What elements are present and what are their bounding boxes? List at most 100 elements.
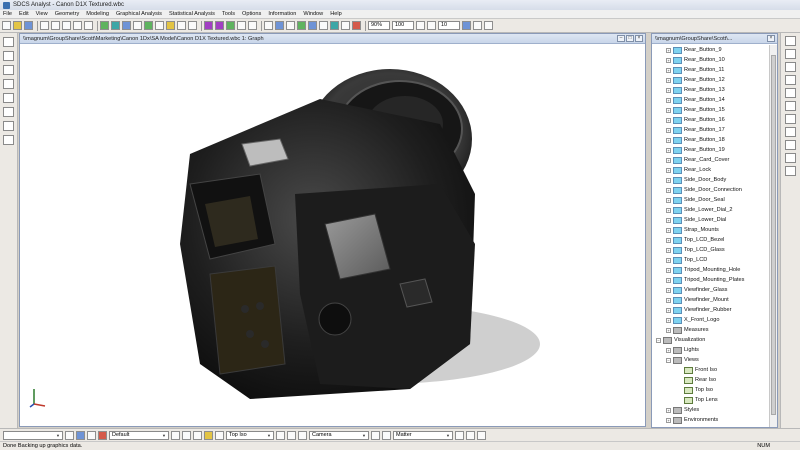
paste-icon[interactable] xyxy=(62,21,71,30)
maximize-button[interactable]: □ xyxy=(626,35,634,42)
delete-icon[interactable] xyxy=(98,430,107,440)
record-icon[interactable] xyxy=(352,21,361,30)
tree-lights[interactable]: + Lights xyxy=(652,345,770,355)
tree-item[interactable]: + Rear_Button_14 xyxy=(652,95,770,105)
menu-file[interactable]: File xyxy=(3,11,12,17)
menu-geometry[interactable]: Geometry xyxy=(55,11,80,17)
report-panel-icon[interactable] xyxy=(785,75,796,85)
open-folder-icon[interactable] xyxy=(13,21,22,30)
instrument-tool-icon[interactable] xyxy=(3,65,14,75)
menu-window[interactable]: Window xyxy=(303,11,323,17)
tree-item[interactable]: + Top_LCD_Glass xyxy=(652,245,770,255)
expand-icon[interactable]: + xyxy=(666,417,671,423)
analyze-icon[interactable] xyxy=(3,107,14,117)
play-icon[interactable] xyxy=(462,21,471,30)
light-bulb-icon[interactable] xyxy=(785,140,796,150)
tree-item[interactable]: + Rear_Button_18 xyxy=(652,135,770,145)
tree-item[interactable]: + Viewfinder_Rubber xyxy=(652,305,770,315)
expand-icon[interactable]: + xyxy=(666,217,671,223)
spin-icon[interactable] xyxy=(416,21,425,30)
tree-item[interactable]: + Rear_Button_12 xyxy=(652,75,770,85)
expand-icon[interactable]: + xyxy=(666,227,671,233)
menu-options[interactable]: Options xyxy=(242,11,261,17)
properties-icon[interactable] xyxy=(785,49,796,59)
cylinder-tool-icon[interactable] xyxy=(297,21,306,30)
render-mode-icon[interactable] xyxy=(215,21,224,30)
tree-item[interactable]: + Rear_Lock xyxy=(652,165,770,175)
tree-item[interactable]: + Rear_Button_9 xyxy=(652,45,770,55)
binoculars-icon[interactable] xyxy=(3,51,14,61)
tree-view-item[interactable]: Rear Iso xyxy=(652,375,770,385)
list-icon[interactable] xyxy=(87,430,96,440)
expand-icon[interactable]: + xyxy=(666,237,671,243)
new-file-icon[interactable] xyxy=(2,21,11,30)
expand-icon[interactable]: + xyxy=(666,287,671,293)
pan-icon[interactable] xyxy=(122,21,131,30)
menu-modeling[interactable]: Modeling xyxy=(86,11,109,17)
line-tool-icon[interactable] xyxy=(264,21,273,30)
expand-icon[interactable]: + xyxy=(666,297,671,303)
tree-item[interactable]: + Side_Door_Body xyxy=(652,175,770,185)
tree-view-item[interactable]: Top Iso xyxy=(652,385,770,395)
sphere-tool-icon[interactable] xyxy=(308,21,317,30)
plane-tool-icon[interactable] xyxy=(286,21,295,30)
save-view-icon[interactable] xyxy=(287,430,296,440)
tree-item[interactable]: + Top_LCD_Bezel xyxy=(652,235,770,245)
save-icon[interactable] xyxy=(24,21,33,30)
tree-item[interactable]: + Rear_Button_17 xyxy=(652,125,770,135)
redo-icon[interactable] xyxy=(84,21,93,30)
light-settings-icon[interactable] xyxy=(382,430,391,440)
up-icon[interactable] xyxy=(65,430,74,440)
tree-item[interactable]: + Rear_Button_10 xyxy=(652,55,770,65)
point-tool-icon[interactable] xyxy=(275,21,284,30)
menu-graphical-analysis[interactable]: Graphical Analysis xyxy=(116,11,162,17)
zoom-percent-field[interactable]: 90% xyxy=(368,21,390,30)
grid-icon[interactable] xyxy=(188,21,197,30)
tree-item[interactable]: + Viewfinder_Mount xyxy=(652,295,770,305)
minimize-button[interactable]: – xyxy=(617,35,625,42)
light-select[interactable]: Camera ▼ xyxy=(309,430,369,440)
tree-views[interactable]: − Views xyxy=(652,355,770,365)
environment-icon[interactable] xyxy=(477,430,486,440)
tree-view-item[interactable]: Front Iso xyxy=(652,365,770,375)
zoom-icon[interactable] xyxy=(133,21,142,30)
expand-icon[interactable]: + xyxy=(666,157,671,163)
frame-tool-icon[interactable] xyxy=(330,21,339,30)
layers-icon[interactable] xyxy=(785,62,796,72)
select-icon[interactable] xyxy=(155,21,164,30)
expand-icon[interactable]: + xyxy=(666,207,671,213)
view-arrows-icon[interactable] xyxy=(276,430,285,440)
highlight-icon[interactable] xyxy=(166,21,175,30)
expand-icon[interactable]: + xyxy=(666,247,671,253)
scrollbar-thumb[interactable] xyxy=(771,55,776,415)
expand-icon[interactable]: + xyxy=(666,147,671,153)
fit-icon[interactable] xyxy=(177,21,186,30)
settings-icon[interactable] xyxy=(484,21,493,30)
measure-tool-icon[interactable] xyxy=(3,79,14,89)
view-select[interactable]: Top Iso ▼ xyxy=(226,430,274,440)
measure-icon[interactable] xyxy=(144,21,153,30)
menu-tools[interactable]: Tools xyxy=(222,11,235,17)
check-icon[interactable] xyxy=(3,93,14,103)
expand-icon[interactable]: + xyxy=(666,267,671,273)
style-icon[interactable] xyxy=(785,153,796,163)
cut-icon[interactable] xyxy=(40,21,49,30)
light-arrows-icon[interactable] xyxy=(371,430,380,440)
tree-environments[interactable]: + Environments xyxy=(652,415,770,425)
expand-icon[interactable]: + xyxy=(666,317,671,323)
tree-measures[interactable]: + Measures xyxy=(652,325,770,335)
tree-visualization[interactable]: − Visualization xyxy=(652,335,770,345)
material-settings-icon[interactable] xyxy=(466,430,475,440)
count-field[interactable]: 10 xyxy=(438,21,460,30)
instrument-icon[interactable] xyxy=(100,21,109,30)
tree-item[interactable]: + Rear_Button_15 xyxy=(652,105,770,115)
tree-item[interactable]: + Rear_Button_13 xyxy=(652,85,770,95)
tree-view-icon[interactable] xyxy=(785,36,796,46)
expand-icon[interactable]: + xyxy=(666,57,671,63)
align-icon[interactable] xyxy=(193,430,202,440)
vector-tool-icon[interactable] xyxy=(319,21,328,30)
expand-icon[interactable]: + xyxy=(666,307,671,313)
graph-viewport[interactable] xyxy=(20,44,645,426)
light-icon[interactable] xyxy=(204,430,213,440)
tree-item[interactable]: + Tripod_Mounting_Plates xyxy=(652,275,770,285)
